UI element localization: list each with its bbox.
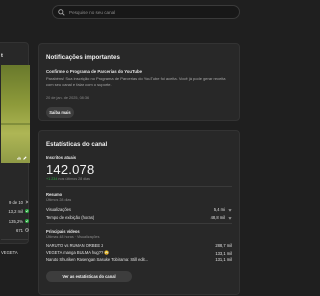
stat-row: 13,2 mil <box>1 209 29 214</box>
top-video-title: Naruto Shuriken Rasengan Sasuke Tobirama… <box>46 257 149 262</box>
subscribers-label: Inscritos atuais <box>46 155 77 160</box>
stat-value: 135,2% <box>8 219 23 224</box>
divider <box>1 239 28 240</box>
growth-value: +1.234 <box>46 177 58 181</box>
top-videos-label: Principais vídeos <box>46 229 80 234</box>
card-title-fragment: t <box>1 53 3 59</box>
subscribers-count: 142.078 <box>46 162 95 177</box>
check-circle-icon <box>25 209 29 213</box>
search-icon <box>58 8 65 16</box>
divider <box>46 223 232 224</box>
stat-value: 13,2 mil <box>8 209 23 214</box>
summary-row[interactable]: Tempo de exibição (horas) 48,8 mil <box>46 215 232 220</box>
top-videos-period: Últimas 48 horas · Visualizações <box>46 235 100 239</box>
summary-label: Resumo <box>46 192 63 197</box>
notifications-title: Notificações importantes <box>46 54 120 61</box>
top-video-views: 131,1 mil <box>215 257 232 262</box>
stat-row: 671 <box>1 228 29 233</box>
divider <box>46 186 232 187</box>
learn-more-button[interactable]: Saiba mais <box>46 107 74 118</box>
subscribers-growth: +1.234 nos últimos 28 dias <box>46 177 90 181</box>
stat-value: 9 de 10 <box>9 200 23 205</box>
channel-stats-title: Estatísticas do canal <box>46 141 108 148</box>
notification-title: Confirme o Programa de Parcerias do YouT… <box>46 69 142 74</box>
latest-video-card: t 9 de 10 13,2 mil 135,2% 671 VEGETA <box>0 42 30 255</box>
stat-row: 9 de 10 <box>1 200 29 205</box>
summary-row[interactable]: Visualizações 5,4 mi <box>46 207 232 212</box>
check-circle-icon <box>25 219 29 223</box>
summary-row-value: 48,8 mil <box>210 215 225 220</box>
view-channel-analytics-button[interactable]: Ver as estatísticas do canal <box>46 271 132 282</box>
channel-stats-card: Estatísticas do canal Inscritos atuais 1… <box>38 130 240 295</box>
top-video-title: NARUTO vs RUMAN ORBEE 2 <box>46 243 104 248</box>
notification-body: Parabéns! Sua inscrição no Programa de P… <box>46 76 226 87</box>
analytics-icon[interactable] <box>17 156 21 160</box>
studio-dashboard: t 9 de 10 13,2 mil 135,2% 671 VEGETA <box>0 0 247 296</box>
top-video-views: 288,7 mil <box>215 243 232 248</box>
summary-period: Últimos 28 dias <box>46 198 72 202</box>
trend-down-icon <box>228 216 232 220</box>
summary-row-label: Visualizações <box>46 207 71 212</box>
notifications-card: Notificações importantes Confirme o Prog… <box>38 43 240 121</box>
search-input[interactable] <box>69 9 239 15</box>
summary-row-value: 5,4 mi <box>213 207 225 212</box>
thumbnail-actions <box>17 156 27 160</box>
video-thumbnail[interactable] <box>1 65 30 163</box>
edit-icon[interactable] <box>23 156 27 160</box>
chevron-icon <box>25 200 29 204</box>
search-bar[interactable] <box>52 5 240 19</box>
summary-row-label: Tempo de exibição (horas) <box>46 215 95 220</box>
top-video-row[interactable]: NARUTO vs RUMAN ORBEE 2 288,7 mil <box>46 243 232 248</box>
stat-value: 671 <box>16 228 23 233</box>
stat-row: 135,2% <box>1 219 29 224</box>
notification-date: 20 de jan. de 2025, 08:36 <box>46 96 90 100</box>
top-video-row[interactable]: VEGETA manga BULMA hug?? 😳 133,1 mil <box>46 250 232 256</box>
top-video-views: 133,1 mil <box>215 250 232 256</box>
top-video-row[interactable]: Naruto Shuriken Rasengan Sasuke Tobirama… <box>46 257 232 262</box>
top-video-title: VEGETA manga BULMA hug?? 😳 <box>46 250 110 255</box>
trend-down-icon <box>228 208 232 212</box>
clock-icon <box>25 228 29 232</box>
growth-period: nos últimos 28 dias <box>58 177 90 181</box>
card-footer-fragment: VEGETA <box>1 250 18 255</box>
